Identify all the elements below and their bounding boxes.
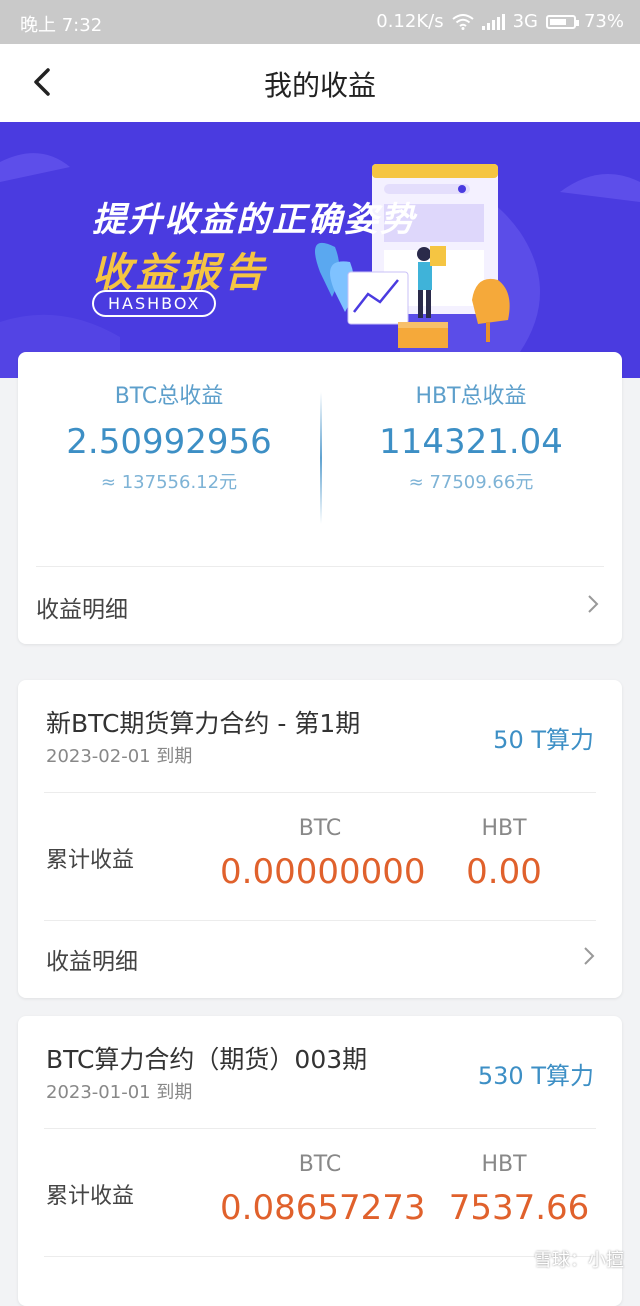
signal-icon (481, 13, 505, 30)
divider (36, 566, 604, 567)
hbt-total-fiat: ≈ 77509.66元 (408, 472, 534, 493)
accumulated-label: 累计收益 (46, 848, 135, 873)
contract-detail-label: 收益明细 (46, 949, 138, 975)
battery-icon (545, 14, 579, 29)
contract-hashrate: 530 T算力 (477, 1062, 594, 1090)
divider (44, 792, 596, 793)
status-time: 晚上 7:32 (20, 15, 103, 36)
promo-banner[interactable]: 提升收益的正确姿势 收益报告 HASHBOX (0, 122, 640, 378)
contract-expiry: 2023-01-01 到期 (46, 1082, 193, 1103)
contract-name: 新BTC期货算力合约 - 第1期 (46, 709, 361, 738)
btc-total-block: BTC总收益 2.50992956 ≈ 137556.12元 (18, 378, 320, 494)
btc-total-label: BTC总收益 (114, 384, 224, 409)
brand-badge: HASHBOX (92, 290, 217, 317)
chevron-right-icon (584, 947, 595, 965)
divider (44, 1256, 596, 1257)
page-title: 我的收益 (263, 69, 376, 102)
btc-column-header: BTC (298, 816, 342, 841)
contract-card[interactable]: 新BTC期货算力合约 - 第1期 2023-02-01 到期 50 T算力 累计… (18, 680, 622, 998)
earnings-detail-row[interactable]: 收益明细 (36, 568, 604, 642)
btc-total-fiat: ≈ 137556.12元 (100, 472, 238, 493)
status-bar: 晚上 7:32 0.12K/s 3G 73% (0, 0, 640, 44)
wifi-icon (451, 13, 474, 30)
status-right: 0.12K/s 3G 73% (376, 11, 624, 32)
battery-percent: 73% (583, 11, 624, 32)
hbt-column-header: HBT (481, 1152, 527, 1177)
btc-column-header: BTC (298, 1152, 342, 1177)
earnings-summary-card: BTC总收益 2.50992956 ≈ 137556.12元 HBT总收益 11… (18, 352, 622, 644)
hbt-column-header: HBT (481, 816, 527, 841)
banner-headline: 提升收益的正确姿势 (92, 200, 416, 240)
watermark: 雪球：小擅 (534, 1250, 624, 1271)
hbt-total-block: HBT总收益 114321.04 ≈ 77509.66元 (320, 378, 622, 494)
hbt-total-label: HBT总收益 (415, 384, 527, 409)
btc-accumulated-value: 0.08657273 (220, 1188, 426, 1228)
accumulated-label: 累计收益 (46, 1184, 135, 1209)
network-type: 3G (512, 11, 538, 32)
earnings-detail-label: 收益明细 (36, 597, 128, 623)
nav-bar: 我的收益 (0, 44, 640, 123)
divider (44, 1128, 596, 1129)
contract-detail-row[interactable]: 收益明细 (46, 922, 600, 992)
contract-expiry: 2023-02-01 到期 (46, 746, 193, 767)
contract-name: BTC算力合约（期货）003期 (46, 1045, 368, 1074)
btc-total-amount: 2.50992956 (66, 422, 272, 462)
hbt-accumulated-value: 7537.66 (448, 1188, 590, 1228)
contract-hashrate: 50 T算力 (493, 726, 594, 754)
divider (44, 920, 596, 921)
hbt-accumulated-value: 0.00 (466, 852, 542, 892)
network-speed: 0.12K/s (376, 11, 444, 32)
contract-card[interactable]: BTC算力合约（期货）003期 2023-01-01 到期 530 T算力 累计… (18, 1016, 622, 1306)
chevron-right-icon (588, 595, 599, 613)
btc-accumulated-value: 0.00000000 (220, 852, 426, 892)
hbt-total-amount: 114321.04 (379, 422, 563, 462)
